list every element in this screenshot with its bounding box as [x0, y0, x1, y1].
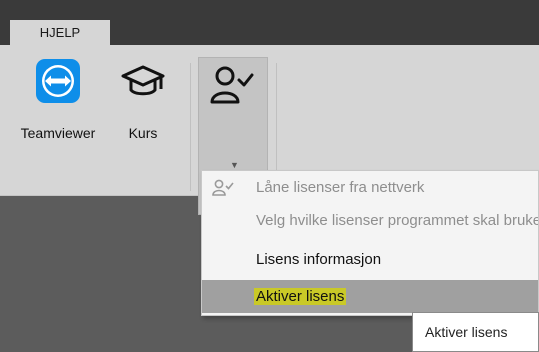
menu-item-activate-license[interactable]: Aktiver lisens: [202, 280, 538, 313]
user-check-icon: [209, 64, 255, 113]
kurs-label: Kurs: [128, 125, 158, 141]
tab-hjelp[interactable]: HJELP: [10, 20, 110, 45]
dropdown-arrow-icon[interactable]: ▼: [230, 160, 239, 170]
tooltip: Aktiver lisens: [412, 312, 539, 352]
teamviewer-button[interactable]: Teamviewer: [4, 55, 112, 165]
ribbon-tab-strip: HJELP: [0, 0, 539, 45]
menu-item-label: Aktiver lisens: [254, 288, 347, 305]
menu-item-label: Lisens informasjon: [256, 251, 382, 268]
tooltip-text: Aktiver lisens: [425, 324, 508, 340]
menu-item-label: Låne lisenser fra nettverk: [256, 179, 425, 196]
menu-item-select-licenses[interactable]: Velg hvilke lisenser programmet skal bru…: [202, 204, 539, 237]
teamviewer-icon: [34, 55, 82, 107]
menu-item-label: Velg hvilke lisenser programmet skal bru…: [256, 212, 539, 229]
highlighted-text: Aktiver lisens: [254, 288, 347, 305]
ribbon-separator: [190, 63, 191, 191]
license-dropdown-menu: Låne lisenser fra nettverk Velg hvilke l…: [201, 170, 539, 316]
menu-item-borrow-licenses[interactable]: Låne lisenser fra nettverk: [202, 171, 538, 204]
graduation-cap-icon: [120, 55, 166, 107]
kurs-button[interactable]: Kurs: [118, 55, 168, 165]
menu-item-license-info[interactable]: Lisens informasjon: [202, 243, 538, 276]
user-check-icon: [212, 179, 234, 201]
teamviewer-label: Teamviewer: [20, 125, 96, 141]
tab-hjelp-label: HJELP: [39, 25, 81, 40]
